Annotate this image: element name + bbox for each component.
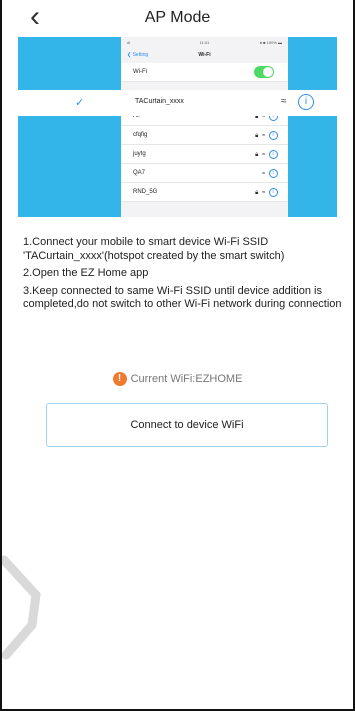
wifi-label: Wi-Fi xyxy=(133,69,147,75)
battery-icon: ● ■ 100% ▬ xyxy=(259,40,282,45)
network-row: QA7 ≈ i xyxy=(121,164,288,183)
current-wifi-status: ! Current WiFi:EZHOME xyxy=(0,372,355,386)
info-icon: i xyxy=(269,169,278,178)
info-icon: i xyxy=(269,131,278,140)
instruction-step: 2.Open the EZ Home app xyxy=(23,267,149,279)
warning-icon: ! xyxy=(112,372,127,386)
network-row: cfqfig 🔒︎ ≈ i xyxy=(121,126,288,145)
instruction-step: 1.Connect your mobile to smart device Wi… xyxy=(23,236,285,262)
illustration-banner: •ll 11:01 ● ■ 100% ▬ ❮ Setting Wi-Fi Wi-… xyxy=(18,37,337,217)
checkmark-icon: ✓ xyxy=(75,97,85,109)
info-icon: i xyxy=(269,150,278,159)
instruction-step: 3.Keep connected to same Wi-Fi SSID unti… xyxy=(23,284,342,311)
network-name: cfqfig xyxy=(133,132,148,138)
wifi-lock-icon: 🔒︎ ≈ i xyxy=(255,150,278,159)
decorative-stroke xyxy=(2,555,41,660)
phone-mockup: •ll 11:01 ● ■ 100% ▬ ❮ Setting Wi-Fi Wi-… xyxy=(121,37,288,217)
current-wifi-text: Current WiFi:EZHOME xyxy=(130,372,243,385)
info-icon: i xyxy=(298,94,314,110)
selected-network-row: ✓ TACurtain_xxxx ≈ i xyxy=(18,90,337,116)
network-name: QA7 xyxy=(133,170,146,176)
nav-bar: ‹ AP Mode xyxy=(2,0,353,36)
wifi-icon: ≈ xyxy=(281,96,287,107)
selected-network-name: TACurtain_xxxx xyxy=(135,98,184,105)
phone-nav: ❮ Setting Wi-Fi xyxy=(121,49,288,63)
instructions: 1.Connect your mobile to smart device Wi… xyxy=(23,236,343,316)
phone-status-bar: •ll 11:01 ● ■ 100% ▬ xyxy=(121,37,288,49)
network-row: juytg 🔒︎ ≈ i xyxy=(121,145,288,164)
wifi-lock-icon: 🔒︎ ≈ i xyxy=(255,131,278,140)
network-row: RND_5G 🔒︎ ≈ i xyxy=(121,183,288,202)
info-icon: i xyxy=(269,188,278,197)
page-title: AP Mode xyxy=(144,9,211,26)
wifi-icon: ≈ i xyxy=(262,169,278,178)
phone-title: Wi-Fi xyxy=(198,52,211,58)
wifi-toggle-row: Wi-Fi xyxy=(121,63,288,82)
toggle-switch xyxy=(254,66,274,78)
network-name: juytg xyxy=(133,151,146,157)
wifi-lock-icon: 🔒︎ ≈ i xyxy=(255,188,278,197)
connect-device-wifi-button[interactable]: Connect to device WiFi xyxy=(46,403,328,447)
network-name: RND_5G xyxy=(133,189,158,195)
